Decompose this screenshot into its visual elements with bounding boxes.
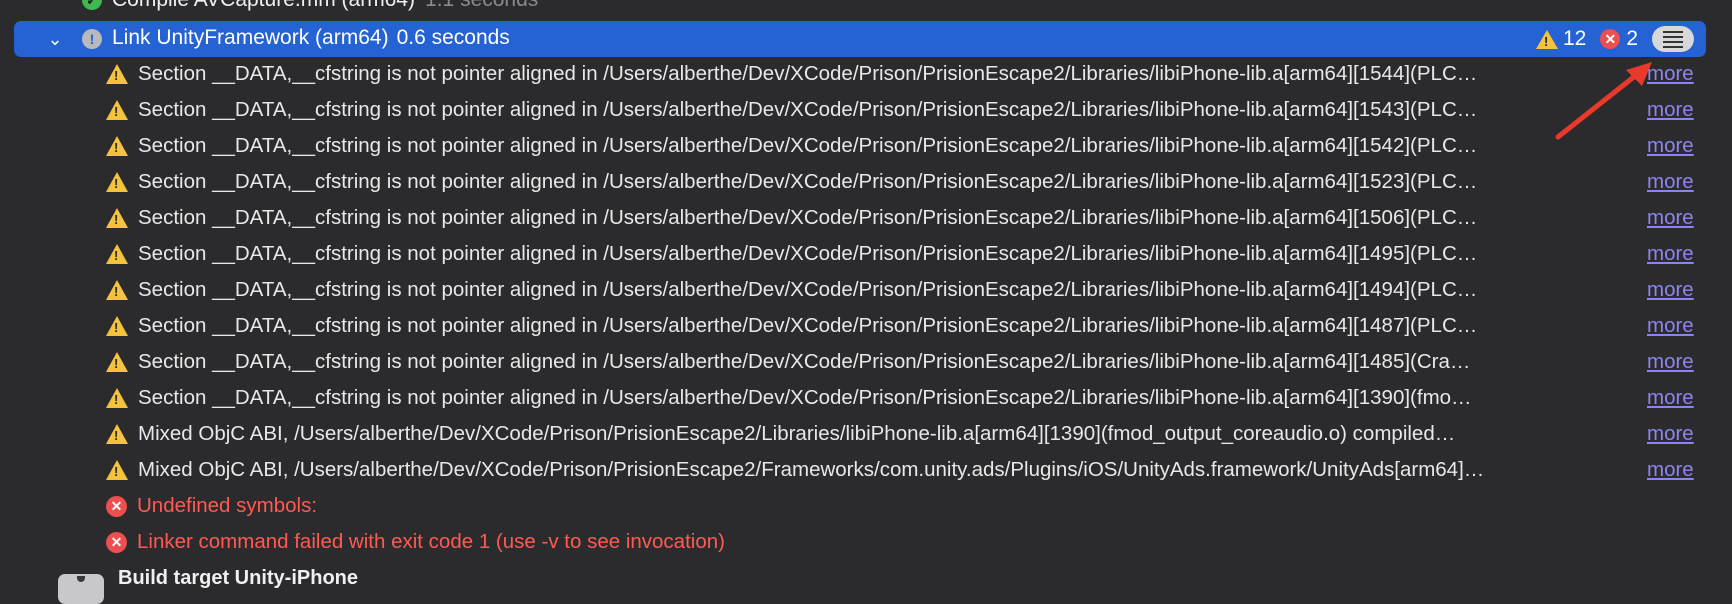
error-x-icon: ✕ — [106, 495, 127, 517]
chevron-down-icon[interactable]: ⌄ — [44, 28, 66, 50]
more-link[interactable]: more — [1647, 314, 1694, 338]
error-message-row[interactable]: ✕ Undefined symbols: — [106, 490, 1696, 522]
warning-triangle-icon — [106, 172, 128, 192]
message-text: Section __DATA,__cfstring is not pointer… — [138, 170, 1478, 193]
warning-message-row[interactable]: Section __DATA,__cfstring is not pointer… — [106, 130, 1696, 162]
error-message-row[interactable]: ✕ Linker command failed with exit code 1 … — [106, 526, 1696, 558]
warning-triangle-icon — [106, 352, 128, 372]
message-text: Section __DATA,__cfstring is not pointer… — [138, 242, 1478, 265]
message-text: Mixed ObjC ABI, /Users/alberthe/Dev/XCod… — [138, 458, 1485, 481]
more-link[interactable]: more — [1647, 170, 1694, 194]
warning-message-row[interactable]: Section __DATA,__cfstring is not pointer… — [106, 274, 1696, 306]
message-text: Section __DATA,__cfstring is not pointer… — [138, 278, 1478, 301]
warning-circle-icon: ! — [82, 29, 102, 49]
more-link[interactable]: more — [1647, 458, 1694, 482]
build-target-row[interactable]: Build target Unity-iPhone — [0, 566, 1732, 604]
warning-message-row[interactable]: Mixed ObjC ABI, /Users/alberthe/Dev/XCod… — [106, 454, 1696, 486]
issue-badges: 12 ✕ 2 — [1535, 25, 1694, 53]
more-link[interactable]: more — [1647, 242, 1694, 266]
warning-triangle-icon — [106, 388, 128, 408]
build-step-row-compile[interactable]: ✓ Compile AVCapture.mm (arm64)1.1 second… — [0, 0, 1732, 14]
warning-count-badge: 12 — [1535, 27, 1586, 51]
more-link[interactable]: more — [1647, 98, 1694, 122]
message-text: Mixed ObjC ABI, /Users/alberthe/Dev/XCod… — [138, 422, 1456, 445]
warning-message-row[interactable]: Section __DATA,__cfstring is not pointer… — [106, 166, 1696, 198]
warning-triangle-icon — [106, 136, 128, 156]
warning-triangle-icon — [106, 316, 128, 336]
warning-message-row[interactable]: Section __DATA,__cfstring is not pointer… — [106, 238, 1696, 270]
success-check-icon: ✓ — [82, 0, 102, 10]
warning-triangle-icon — [106, 64, 128, 84]
message-text: Undefined symbols: — [137, 494, 318, 517]
more-link[interactable]: more — [1647, 422, 1694, 446]
message-text: Section __DATA,__cfstring is not pointer… — [138, 134, 1478, 157]
build-step-row-link-selected[interactable]: ⌄ ! Link UnityFramework (arm64) 0.6 secon… — [14, 21, 1706, 57]
message-text: Section __DATA,__cfstring is not pointer… — [138, 314, 1478, 337]
warning-message-row[interactable]: Section __DATA,__cfstring is not pointer… — [106, 202, 1696, 234]
show-transcript-button[interactable] — [1652, 26, 1694, 52]
message-text: Section __DATA,__cfstring is not pointer… — [138, 386, 1472, 409]
more-link[interactable]: more — [1647, 62, 1694, 86]
message-text: Section __DATA,__cfstring is not pointer… — [138, 62, 1478, 85]
more-link[interactable]: more — [1647, 350, 1694, 374]
warning-triangle-icon — [106, 100, 128, 120]
warning-message-row[interactable]: Section __DATA,__cfstring is not pointer… — [106, 382, 1696, 414]
warning-message-row[interactable]: Section __DATA,__cfstring is not pointer… — [106, 310, 1696, 342]
build-step-title: Link UnityFramework (arm64) 0.6 seconds — [112, 26, 510, 49]
error-x-icon: ✕ — [106, 531, 127, 553]
error-count-badge: ✕ 2 — [1600, 27, 1638, 51]
warning-triangle-icon — [106, 208, 128, 228]
warning-triangle-icon — [1535, 29, 1558, 49]
warning-message-row[interactable]: Section __DATA,__cfstring is not pointer… — [106, 58, 1696, 90]
warning-message-row[interactable]: Section __DATA,__cfstring is not pointer… — [106, 94, 1696, 126]
message-text: Section __DATA,__cfstring is not pointer… — [138, 98, 1478, 121]
target-icon — [58, 574, 104, 604]
more-link[interactable]: more — [1647, 386, 1694, 410]
warning-triangle-icon — [106, 244, 128, 264]
warning-message-row[interactable]: Section __DATA,__cfstring is not pointer… — [106, 346, 1696, 378]
warning-message-row[interactable]: Mixed ObjC ABI, /Users/alberthe/Dev/XCod… — [106, 418, 1696, 450]
message-text: Linker command failed with exit code 1 (… — [137, 530, 725, 553]
build-step-duration: 0.6 seconds — [396, 26, 510, 49]
error-x-icon: ✕ — [1600, 29, 1621, 49]
warning-triangle-icon — [106, 280, 128, 300]
message-text: Section __DATA,__cfstring is not pointer… — [138, 350, 1471, 373]
more-link[interactable]: more — [1647, 278, 1694, 302]
build-step-label: Compile AVCapture.mm (arm64)1.1 seconds — [112, 0, 538, 12]
build-target-label: Build target Unity-iPhone — [118, 567, 358, 589]
warning-triangle-icon — [106, 460, 128, 480]
more-link[interactable]: more — [1647, 134, 1694, 158]
warning-triangle-icon — [106, 424, 128, 444]
message-text: Section __DATA,__cfstring is not pointer… — [138, 206, 1478, 229]
more-link[interactable]: more — [1647, 206, 1694, 230]
